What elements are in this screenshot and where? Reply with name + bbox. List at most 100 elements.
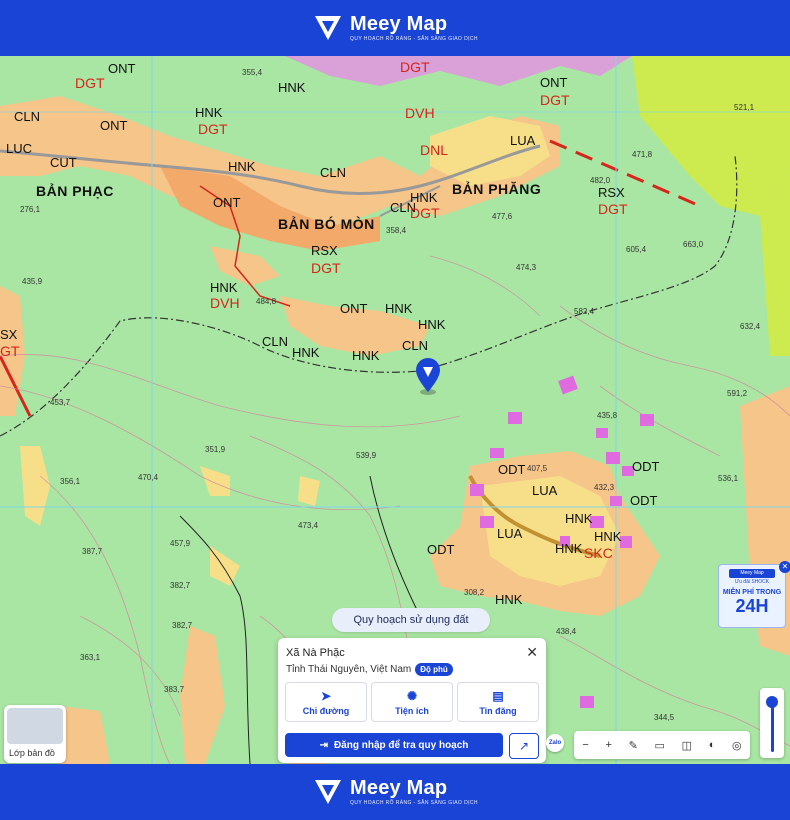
land-use-code: ODT	[630, 493, 658, 508]
land-use-code: GT	[0, 343, 20, 359]
land-use-code: HNK	[385, 301, 413, 316]
close-icon[interactable]: ✕	[526, 644, 538, 661]
slider-track	[771, 702, 774, 752]
promo-head: Meey Map	[729, 569, 775, 578]
listings-icon: ▤	[492, 688, 504, 703]
measure-icon[interactable]: ▭	[655, 739, 665, 752]
zalo-button[interactable]: Zalo	[546, 734, 564, 752]
land-use-code: ODT	[498, 462, 526, 477]
land-use-code: CLN	[402, 338, 429, 353]
promo-widget[interactable]: Meey Map Ưu đãi SHOCK MIỄN PHÍ TRONG 24H…	[718, 561, 790, 628]
land-use-code: ONT	[340, 301, 368, 316]
land-use-code: ODT	[632, 459, 660, 474]
elevation-mark: 308,2	[464, 588, 485, 597]
land-use-code: LUC	[6, 141, 33, 156]
elevation-mark: 457,9	[170, 539, 191, 548]
login-lookup-button[interactable]: ⇥ Đăng nhập để tra quy hoạch	[285, 733, 503, 757]
land-use-code: HNK	[292, 345, 320, 360]
land-use-code: DGT	[410, 205, 440, 221]
land-use-chip[interactable]: Quy hoạch sử dụng đất	[332, 608, 490, 632]
land-use-code: DGT	[311, 260, 341, 276]
promo-close-icon[interactable]: ✕	[779, 561, 790, 573]
brand-logo-bottom: Meey Map QUY HOẠCH RÕ RÀNG - SẴN SÀNG GI…	[312, 776, 478, 808]
directions-icon: ➤	[320, 688, 332, 703]
brand-name-bottom: Meey Map	[350, 777, 448, 799]
land-use-code: DGT	[198, 121, 228, 137]
top-brand-banner: Meey Map QUY HOẠCH RÕ RÀNG - SẴN SÀNG GI…	[0, 0, 790, 56]
elevation-mark: 435,8	[597, 411, 618, 420]
province-label: Tỉnh Thái Nguyên, Việt Nam	[286, 664, 412, 675]
elevation-mark: 521,1	[734, 103, 755, 112]
elevation-mark: 471,8	[632, 150, 653, 159]
land-use-code: DGT	[400, 59, 430, 75]
listings-button[interactable]: ▤ Tin đăng	[457, 682, 539, 722]
share-icon: ↗	[518, 739, 530, 753]
elevation-mark: 605,4	[626, 245, 647, 254]
elevation-mark: 536,1	[718, 474, 739, 483]
listings-label: Tin đăng	[479, 705, 517, 716]
coverage-badge[interactable]: Độ phủ	[415, 663, 453, 676]
elevation-mark: 591,2	[727, 389, 748, 398]
land-use-code: HNK	[210, 280, 238, 295]
land-use-code: DGT	[598, 201, 628, 217]
directions-button[interactable]: ➤ Chỉ đường	[285, 682, 367, 722]
land-use-code: RSX	[311, 243, 338, 258]
login-label: Đăng nhập để tra quy hoạch	[333, 739, 469, 751]
elevation-mark: 276,1	[20, 205, 41, 214]
land-use-code: HNK	[278, 80, 306, 95]
zoom-out-icon[interactable]: −	[582, 739, 588, 751]
map-layer-button[interactable]: Lớp bản đồ	[4, 705, 66, 763]
brand-tagline: QUY HOẠCH RÕ RÀNG - SẴN SÀNG GIAO DỊCH	[350, 36, 478, 42]
land-use-code: ONT	[540, 75, 568, 90]
promo-free: MIỄN PHÍ TRONG	[722, 589, 782, 596]
elevation-mark: 383,7	[164, 685, 185, 694]
land-use-code: ONT	[213, 195, 241, 210]
land-use-code: HNK	[495, 592, 523, 607]
locate-icon[interactable]: ◎	[732, 739, 742, 752]
opacity-slider[interactable]	[760, 688, 784, 758]
split-view-icon[interactable]: ◫	[682, 739, 692, 752]
elevation-mark: 632,4	[740, 322, 761, 331]
elevation-mark: 356,1	[60, 477, 81, 486]
land-use-code: SX	[0, 327, 18, 342]
land-use-code: ONT	[100, 118, 128, 133]
land-use-code: ODT	[427, 542, 455, 557]
bottom-brand-banner: Meey Map QUY HOẠCH RÕ RÀNG - SẴN SÀNG GI…	[0, 764, 790, 820]
land-use-code: RSX	[598, 185, 625, 200]
land-use-code: DNL	[420, 142, 449, 158]
amenities-button[interactable]: ✺ Tiện ích	[371, 682, 453, 722]
land-use-code: HNK	[352, 348, 380, 363]
elevation-mark: 363,1	[80, 653, 101, 662]
meey-logo-icon	[315, 780, 342, 804]
elevation-mark: 484,8	[256, 297, 277, 306]
amenities-label: Tiện ích	[395, 705, 429, 716]
card-actions: ➤ Chỉ đường ✺ Tiện ích ▤ Tin đăng	[285, 682, 539, 722]
land-use-code: CLN	[262, 334, 289, 349]
location-info-card: Xã Nà Phặc Tỉnh Thái Nguyên, Việt Nam Độ…	[278, 638, 546, 763]
zoom-in-icon[interactable]: +	[605, 739, 611, 751]
slider-knob[interactable]	[766, 696, 778, 708]
elevation-mark: 482,0	[590, 176, 611, 185]
directions-label: Chỉ đường	[302, 705, 350, 716]
elevation-mark: 438,4	[556, 627, 577, 636]
land-use-code: HNK	[555, 541, 583, 556]
village-name: BẢN PHẠC	[36, 183, 114, 199]
layer-label: Lớp bản đồ	[9, 748, 55, 758]
elevation-mark: 470,4	[138, 473, 159, 482]
elevation-mark: 382,7	[172, 621, 193, 630]
land-use-chip-label: Quy hoạch sử dụng đất	[353, 614, 469, 626]
draw-icon[interactable]: ✎	[629, 739, 638, 752]
elevation-mark: 358,4	[386, 226, 407, 235]
elevation-mark: 351,9	[205, 445, 226, 454]
elevation-mark: 407,5	[527, 464, 548, 473]
elevation-mark: 663,0	[683, 240, 704, 249]
elevation-mark: 432,3	[594, 483, 615, 492]
commune-subtitle: Tỉnh Thái Nguyên, Việt Nam Độ phủ	[286, 663, 453, 676]
village-name: BẢN PHĂNG	[452, 181, 542, 197]
share-button[interactable]: ↗	[509, 733, 539, 759]
elevation-mark: 344,5	[654, 713, 675, 722]
opacity-icon[interactable]: ◐	[709, 739, 716, 751]
land-use-code: DGT	[75, 75, 105, 91]
elevation-mark: 387,7	[82, 547, 103, 556]
promo-big: 24H	[735, 596, 769, 616]
